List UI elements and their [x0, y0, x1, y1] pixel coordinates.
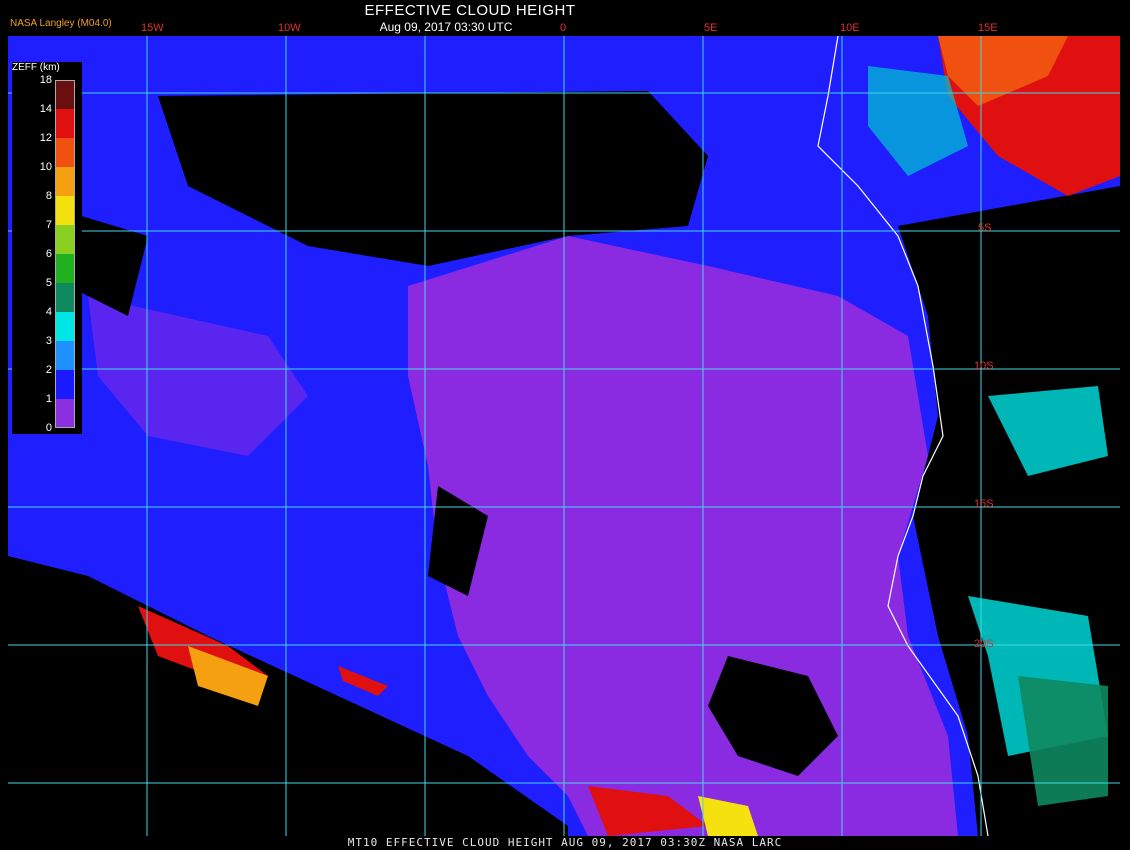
org-label: NASA Langley (M04.0)	[10, 18, 112, 29]
legend-swatch	[56, 254, 74, 283]
legend-tick: 6	[45, 248, 52, 260]
color-legend: ZEFF (km) 18 14 12 10 8 7 6 5 4 3 2 1 0	[12, 62, 82, 434]
map-timestamp: Aug 09, 2017 03:30 UTC	[379, 20, 513, 34]
lon-label-10w: 10W	[278, 22, 301, 34]
legend-tick: 2	[45, 364, 52, 376]
map-title: EFFECTIVE CLOUD HEIGHT	[364, 2, 576, 19]
legend-tick: 10	[39, 161, 52, 173]
lat-label-5s: 5S	[978, 222, 992, 234]
legend-swatch	[56, 341, 74, 370]
cloud-height-field	[8, 36, 1120, 836]
legend-swatch	[56, 283, 74, 312]
legend-tick: 12	[39, 132, 52, 144]
legend-tick: 1	[45, 393, 52, 405]
legend-swatch	[56, 196, 74, 225]
lat-label-15s: 15S	[974, 498, 994, 510]
legend-swatch	[56, 109, 74, 138]
legend-swatch	[56, 225, 74, 254]
legend-swatch	[56, 167, 74, 196]
lat-label-10s: 10S	[974, 360, 994, 372]
lon-label-10e: 10E	[840, 22, 860, 34]
lon-label-0: 0	[560, 22, 567, 34]
lon-label-15w: 15W	[141, 22, 164, 34]
legend-tick: 14	[39, 103, 52, 115]
legend-swatch	[56, 399, 74, 428]
satellite-map[interactable]	[8, 36, 1120, 836]
legend-tick: 18	[39, 74, 52, 86]
legend-tick: 7	[45, 219, 52, 231]
lon-label-5e: 5E	[704, 22, 718, 34]
footer-caption: MT10 EFFECTIVE CLOUD HEIGHT AUG 09, 2017…	[347, 836, 783, 849]
legend-tick: 3	[45, 335, 52, 347]
legend-tick: 8	[45, 190, 52, 202]
legend-tick: 5	[45, 277, 52, 289]
legend-swatch	[56, 370, 74, 399]
legend-tick: 4	[45, 306, 52, 318]
legend-title: ZEFF (km)	[12, 62, 60, 73]
lat-label-20s: 20S	[974, 638, 994, 650]
legend-swatch	[56, 312, 74, 341]
legend-tick: 0	[45, 422, 52, 434]
lon-label-15e: 15E	[978, 22, 998, 34]
legend-swatch	[56, 138, 74, 167]
legend-swatch	[56, 80, 74, 109]
